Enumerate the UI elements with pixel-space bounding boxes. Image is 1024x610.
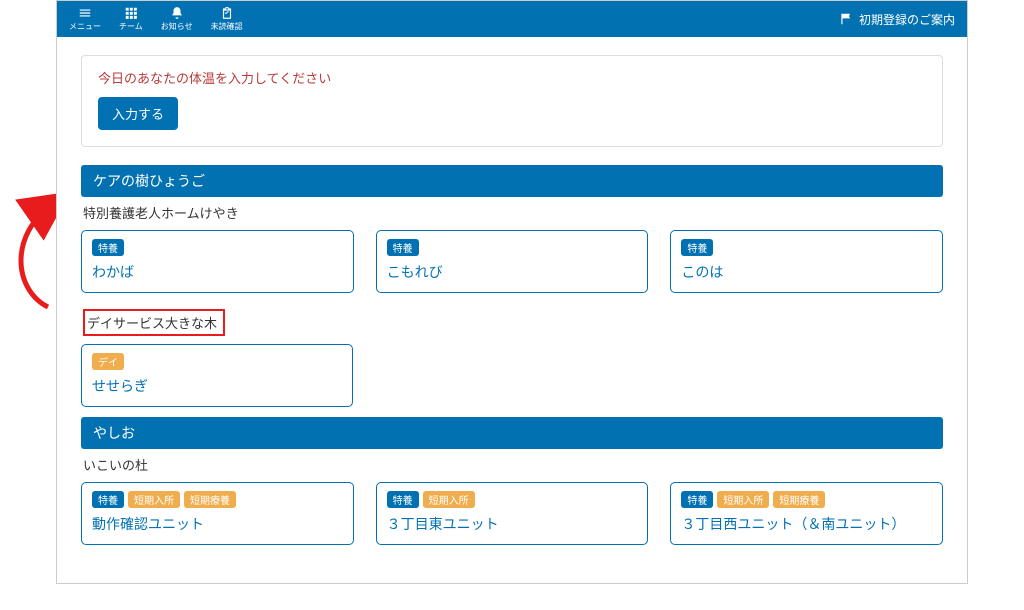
temperature-notice: 今日のあなたの体温を入力してください 入力する	[81, 55, 943, 147]
card-title: ３丁目東ユニット	[387, 514, 638, 534]
nav-menu[interactable]: メニュー	[69, 6, 101, 32]
badge: 短期療養	[773, 491, 825, 508]
nav-team-label: チーム	[119, 21, 143, 32]
navbar: メニュー チーム お知らせ 未読確認 初期登録のご案内	[57, 1, 967, 37]
nav-team[interactable]: チーム	[119, 6, 143, 32]
badge: 短期入所	[423, 491, 475, 508]
card-title: 動作確認ユニット	[92, 514, 343, 534]
badge-row: 特養	[92, 239, 343, 256]
badge: 特養	[92, 491, 124, 508]
nav-notice[interactable]: お知らせ	[161, 6, 193, 32]
subsection-label: いこいの杜	[81, 449, 943, 482]
card-row: デイせせらぎ	[81, 344, 943, 407]
card-title: ３丁目西ユニット（＆南ユニット）	[681, 514, 932, 534]
nav-unread[interactable]: 未読確認	[211, 6, 243, 32]
subsection-label: デイサービス大きな木	[81, 303, 943, 344]
clipboard-icon	[220, 6, 234, 20]
badge: 短期入所	[717, 491, 769, 508]
unit-card[interactable]: 特養短期入所短期療養 ３丁目西ユニット（＆南ユニット）	[670, 482, 943, 545]
hamburger-icon	[78, 6, 92, 20]
card-title: このは	[681, 262, 932, 282]
badge-row: 特養短期入所短期療養	[681, 491, 932, 508]
unit-card[interactable]: 特養短期入所短期療養動作確認ユニット	[81, 482, 354, 545]
nav-notice-label: お知らせ	[161, 21, 193, 32]
badge: 特養	[387, 491, 419, 508]
card-title: わかば	[92, 262, 343, 282]
badge-row: デイ	[92, 353, 342, 370]
badge: 特養	[681, 491, 713, 508]
unit-card[interactable]: 特養短期入所 ３丁目東ユニット	[376, 482, 649, 545]
flag-icon	[839, 12, 853, 26]
unit-card[interactable]: 特養わかば	[81, 230, 354, 293]
badge: 短期入所	[128, 491, 180, 508]
grid-icon	[124, 6, 138, 20]
nav-guide-link[interactable]: 初期登録のご案内	[839, 11, 955, 28]
nav-unread-label: 未読確認	[211, 21, 243, 32]
card-title: こもれび	[387, 262, 638, 282]
nav-guide-label: 初期登録のご案内	[859, 11, 955, 28]
bell-icon	[170, 6, 184, 20]
section-header: やしお	[81, 417, 943, 449]
unit-card[interactable]: 特養こもれび	[376, 230, 649, 293]
unit-card[interactable]: 特養このは	[670, 230, 943, 293]
badge: 短期療養	[184, 491, 236, 508]
section-header: ケアの樹ひょうご	[81, 165, 943, 197]
badge-row: 特養	[387, 239, 638, 256]
badge: 特養	[92, 239, 124, 256]
badge-row: 特養短期入所	[387, 491, 638, 508]
card-row: 特養短期入所短期療養動作確認ユニット特養短期入所３丁目東ユニット特養短期入所短期…	[81, 482, 943, 545]
notice-text: 今日のあなたの体温を入力してください	[98, 68, 926, 87]
nav-menu-label: メニュー	[69, 21, 101, 32]
badge: デイ	[92, 353, 124, 370]
badge: 特養	[681, 239, 713, 256]
main-content: 今日のあなたの体温を入力してください 入力する ケアの樹ひょうご特別養護老人ホー…	[57, 37, 967, 573]
unit-card[interactable]: デイせせらぎ	[81, 344, 353, 407]
badge-row: 特養短期入所短期療養	[92, 491, 343, 508]
card-row: 特養わかば特養こもれび特養このは	[81, 230, 943, 293]
highlight-box: デイサービス大きな木	[83, 309, 225, 336]
card-title: せせらぎ	[92, 376, 342, 396]
input-button[interactable]: 入力する	[98, 97, 178, 130]
subsection-label: 特別養護老人ホームけやき	[81, 197, 943, 230]
badge: 特養	[387, 239, 419, 256]
badge-row: 特養	[681, 239, 932, 256]
